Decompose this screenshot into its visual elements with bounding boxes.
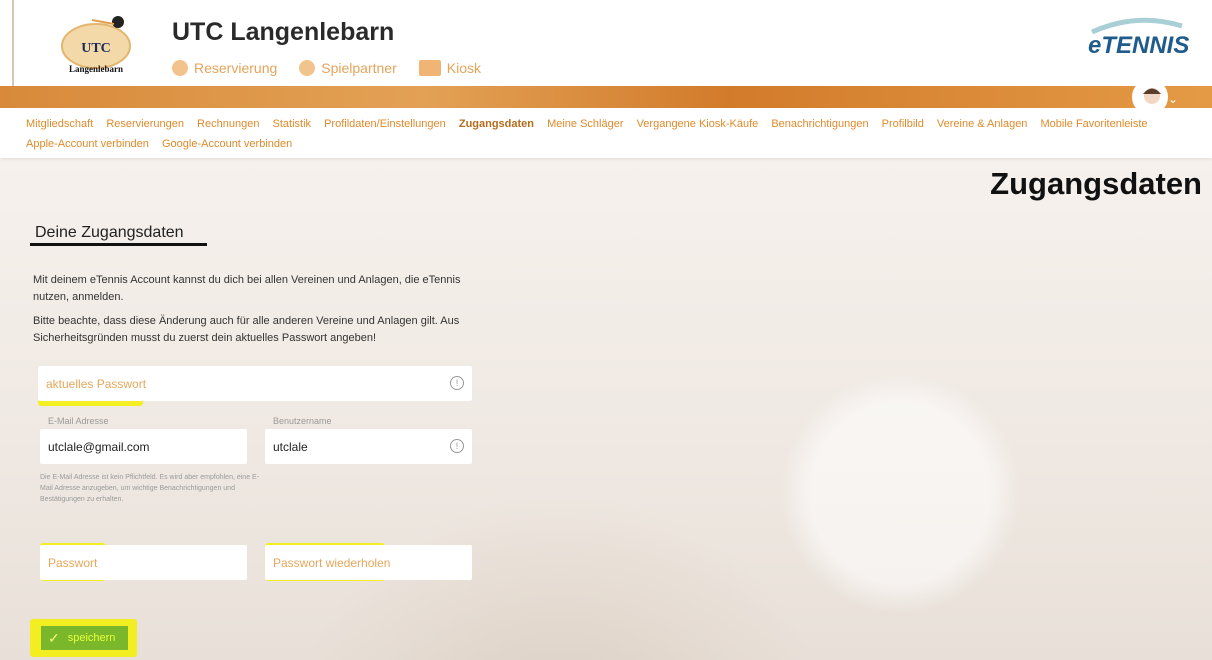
submenu-vereine[interactable]: Vereine & Anlagen (937, 118, 1028, 130)
username-label: Benutzername (273, 416, 332, 426)
submenu-zugangsdaten[interactable]: Zugangsdaten (459, 118, 534, 130)
handshake-icon (299, 60, 316, 76)
current-password-field[interactable]: ! (38, 366, 472, 401)
app-header: UTC Langenlebarn UTC Langenlebarn Reserv… (0, 0, 1212, 86)
top-nav: Reservierung Spielpartner Kiosk (172, 60, 481, 76)
etennis-logo[interactable]: eTENNIS (1082, 14, 1190, 64)
password-repeat-field[interactable] (265, 545, 472, 580)
club-title: UTC Langenlebarn (172, 18, 395, 46)
save-button[interactable]: ✓ speichern (41, 626, 128, 650)
submenu-google[interactable]: Google-Account verbinden (162, 138, 292, 150)
check-icon: ✓ (48, 629, 60, 646)
submenu-apple[interactable]: Apple-Account verbinden (26, 138, 149, 150)
submenu-statistik[interactable]: Statistik (273, 118, 312, 130)
password-field[interactable] (40, 545, 247, 580)
nav-label: Reservierung (194, 60, 278, 76)
submenu-benachrichtigungen[interactable]: Benachrichtigungen (771, 118, 868, 130)
nav-spielpartner[interactable]: Spielpartner (299, 60, 397, 76)
submenu-mitgliedschaft[interactable]: Mitgliedschaft (26, 118, 93, 130)
submenu-kiosk-kaeufe[interactable]: Vergangene Kiosk-Käufe (637, 118, 759, 130)
clock-icon (172, 60, 188, 76)
club-logo[interactable]: UTC Langenlebarn (56, 12, 146, 76)
submenu-schlaeger[interactable]: Meine Schläger (547, 118, 623, 130)
email-hint: Die E-Mail Adresse ist kein Pflichtfeld.… (40, 474, 260, 503)
submenu-reservierungen[interactable]: Reservierungen (106, 118, 184, 130)
info-icon[interactable]: ! (450, 439, 464, 453)
email-input[interactable] (40, 429, 247, 464)
section-underline (30, 243, 207, 246)
warning-text: Bitte beachte, dass diese Änderung auch … (33, 315, 460, 344)
account-submenu: Mitgliedschaft Reservierungen Rechnungen… (0, 108, 1212, 158)
section-title: Deine Zugangsdaten (35, 224, 184, 241)
nav-label: Spielpartner (321, 60, 397, 76)
email-label: E-Mail Adresse (48, 416, 109, 426)
chevron-down-icon[interactable]: ⌄ (1168, 92, 1178, 106)
info-icon[interactable]: ! (450, 376, 464, 390)
current-password-input[interactable] (38, 366, 472, 401)
svg-text:UTC: UTC (81, 41, 111, 56)
username-field[interactable]: ! (265, 429, 472, 464)
password-input[interactable] (40, 545, 247, 580)
nav-kiosk[interactable]: Kiosk (418, 60, 481, 76)
orange-banner (0, 86, 1212, 108)
kiosk-icon (418, 60, 441, 76)
page-title: Zugangsdaten (990, 166, 1202, 201)
intro-text: Mit deinem eTennis Account kannst du dic… (33, 274, 461, 303)
password-repeat-input[interactable] (265, 545, 472, 580)
submenu-favoritenleiste[interactable]: Mobile Favoritenleiste (1041, 118, 1148, 130)
save-label: speichern (67, 632, 116, 644)
brand-text: eTENNIS (1088, 32, 1190, 59)
submenu-rechnungen[interactable]: Rechnungen (197, 118, 259, 130)
svg-text:Langenlebarn: Langenlebarn (69, 64, 123, 74)
nav-label: Kiosk (446, 60, 481, 76)
submenu-profildaten[interactable]: Profildaten/Einstellungen (324, 118, 446, 130)
email-field[interactable] (40, 429, 247, 464)
submenu-profilbild[interactable]: Profilbild (882, 118, 924, 130)
nav-reservierung[interactable]: Reservierung (172, 60, 277, 76)
username-input[interactable] (265, 429, 472, 464)
